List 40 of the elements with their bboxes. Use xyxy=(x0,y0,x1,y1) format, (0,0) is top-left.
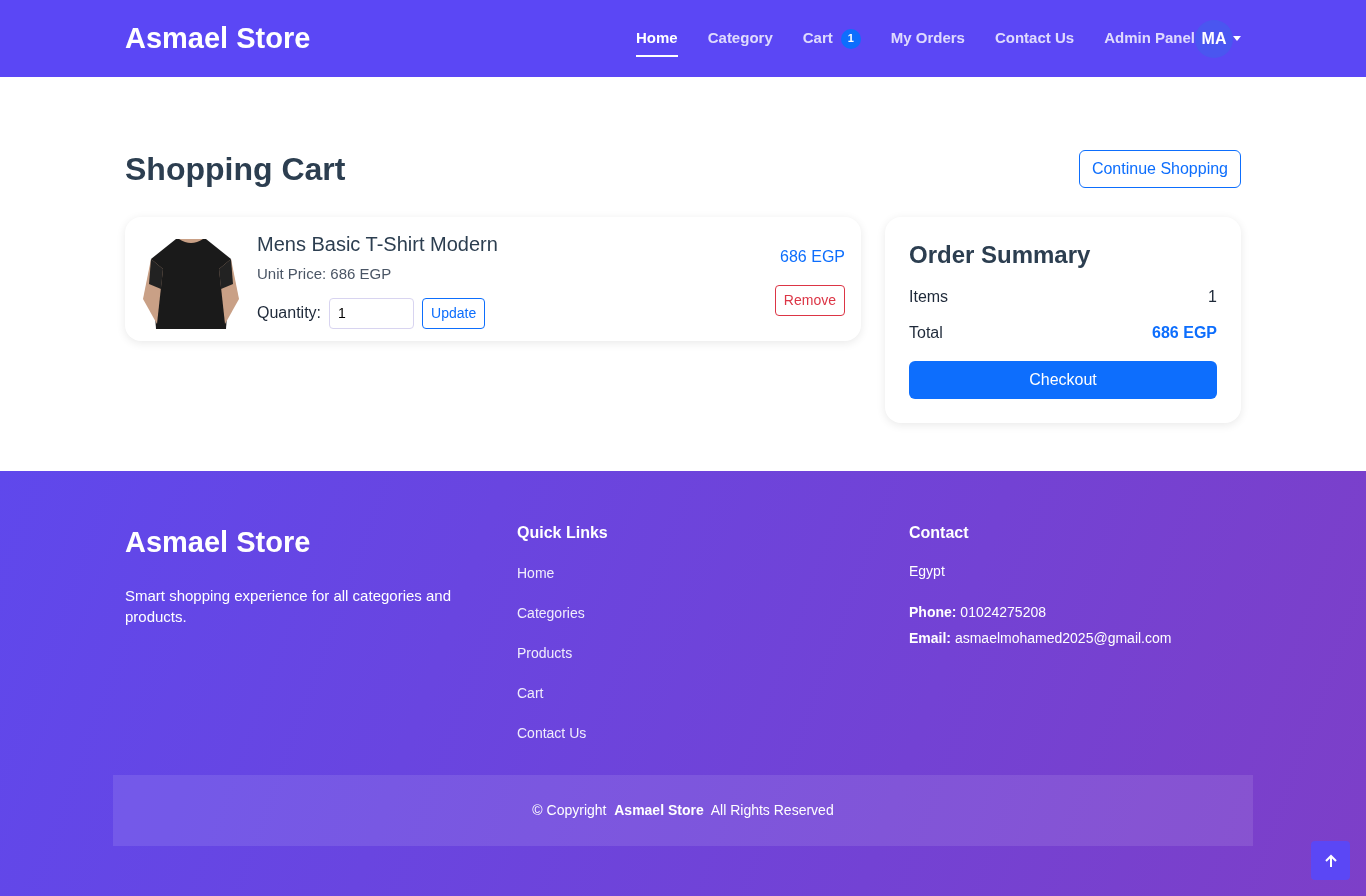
cart-count-badge: 1 xyxy=(840,28,861,49)
arrow-up-icon xyxy=(1323,853,1338,868)
summary-value: 1 xyxy=(1208,287,1217,307)
checkout-button[interactable]: Checkout xyxy=(909,361,1217,399)
remove-button[interactable]: Remove xyxy=(774,285,845,316)
copyright-text: © Copyright Asmael Store All Rights Reserved xyxy=(532,801,834,820)
footer-link[interactable]: Cart xyxy=(517,685,544,701)
unit-price: Unit Price: 686 EGP xyxy=(257,264,393,285)
update-button[interactable]: Update xyxy=(422,297,486,329)
summary-value: 686 EGP xyxy=(1152,323,1217,343)
quantity-label: Quantity: xyxy=(257,303,322,324)
contact-title: Contact xyxy=(909,523,970,543)
quantity-field[interactable]: 1 xyxy=(329,297,415,329)
summary-title: Order Summary xyxy=(909,240,1092,270)
footer-link[interactable]: Products xyxy=(517,645,573,661)
nav-link[interactable]: Category xyxy=(707,20,773,57)
summary-label: Total xyxy=(909,323,943,343)
product-name[interactable]: Mens Basic T-Shirt Modern xyxy=(257,229,498,260)
user-avatar[interactable]: MA xyxy=(1195,19,1233,58)
contact-line: Egypt xyxy=(909,562,946,581)
footer-link[interactable]: Contact Us xyxy=(517,725,587,741)
quick-links-title: Quick Links xyxy=(517,523,609,543)
footer-logo: Asmael Store xyxy=(125,525,312,560)
continue-shopping-button[interactable]: Continue Shopping xyxy=(1078,150,1241,188)
store-logo[interactable]: Asmael Store xyxy=(125,16,311,61)
contact-line: Email: asmaelmohamed2025@gmail.com xyxy=(909,629,1173,648)
nav-link[interactable]: Cart xyxy=(802,20,833,57)
footer-link[interactable]: Home xyxy=(517,565,555,581)
nav-link[interactable]: Admin Panel xyxy=(1104,20,1195,57)
line-total: 686 EGP xyxy=(780,247,845,267)
contact-line: Phone: 01024275208 xyxy=(909,603,1047,622)
footer-link[interactable]: Categories xyxy=(517,605,585,621)
summary-label: Items xyxy=(909,287,949,307)
caret-icon[interactable] xyxy=(1233,36,1241,41)
scroll-to-top-button[interactable] xyxy=(1311,841,1350,880)
nav-link[interactable]: My Orders xyxy=(890,20,965,57)
nav-link[interactable]: Contact Us xyxy=(994,20,1075,57)
footer-tagline: Smart shopping experience for all categories and products. xyxy=(125,585,453,627)
nav-link[interactable]: Home xyxy=(636,20,678,57)
page-title: Shopping Cart xyxy=(125,150,346,189)
